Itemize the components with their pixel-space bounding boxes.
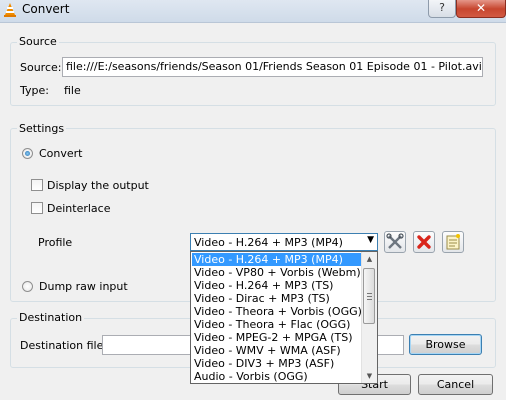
scrollbar-thumb[interactable] (363, 268, 375, 324)
dropdown-scrollbar[interactable]: ▲ ▼ (361, 252, 377, 383)
type-value: file (64, 84, 81, 97)
scroll-down-icon[interactable]: ▼ (362, 369, 377, 383)
profile-select[interactable]: Video - H.264 + MP3 (MP4) ▼ (190, 233, 378, 251)
source-group-label: Source (17, 35, 59, 48)
destination-group-label: Destination (17, 311, 85, 324)
wrench-icon (386, 233, 404, 249)
vlc-cone-icon (4, 3, 16, 17)
profile-option[interactable]: Audio - Vorbis (OGG) (192, 370, 362, 383)
deinterlace-label[interactable]: Deinterlace (47, 202, 110, 215)
profile-option[interactable]: Video - Theora + Flac (OGG) (192, 318, 362, 331)
chevron-down-icon: ▼ (367, 235, 374, 245)
new-profile-button[interactable] (442, 231, 464, 253)
delete-profile-button[interactable] (413, 231, 435, 253)
scroll-up-icon[interactable]: ▲ (362, 252, 377, 266)
profile-option[interactable]: Video - DIV3 + MP3 (ASF) (192, 357, 362, 370)
display-output-label[interactable]: Display the output (47, 179, 149, 192)
profile-option[interactable]: Video - WMV + WMA (ASF) (192, 344, 362, 357)
profile-option[interactable]: Video - Theora + Vorbis (OGG) (192, 305, 362, 318)
profile-option[interactable]: Video - H.264 + MP3 (TS) (192, 279, 362, 292)
window-title: Convert (22, 2, 70, 16)
convert-label[interactable]: Convert (39, 147, 83, 160)
dump-raw-radio[interactable] (22, 281, 33, 292)
profile-dropdown-list[interactable]: Video - H.264 + MP3 (MP4) Video - VP80 +… (190, 251, 378, 384)
close-button[interactable]: ✕ (456, 0, 506, 18)
help-button[interactable]: ? (428, 0, 456, 18)
profile-option[interactable]: Video - Dirac + MP3 (TS) (192, 292, 362, 305)
profile-option[interactable]: Video - VP80 + Vorbis (Webm) (192, 266, 362, 279)
delete-icon (417, 235, 431, 249)
source-path-field[interactable]: file:///E:/seasons/friends/Season 01/Fri… (62, 57, 483, 77)
browse-button[interactable]: Browse (409, 334, 482, 355)
settings-group-label: Settings (17, 122, 67, 135)
type-label: Type: (20, 84, 49, 97)
profile-option[interactable]: Video - MPEG-2 + MPGA (TS) (192, 331, 362, 344)
source-label: Source: (20, 61, 62, 74)
profile-selected-value: Video - H.264 + MP3 (MP4) (194, 236, 343, 249)
dump-raw-label[interactable]: Dump raw input (39, 280, 128, 293)
new-profile-icon (446, 234, 460, 250)
deinterlace-checkbox[interactable] (31, 202, 43, 214)
cancel-button[interactable]: Cancel (418, 374, 493, 395)
destination-file-label: Destination file: (20, 339, 108, 352)
convert-radio[interactable] (22, 148, 33, 159)
title-bar: Convert ? ✕ (0, 0, 506, 23)
profile-label: Profile (38, 236, 73, 249)
display-output-checkbox[interactable] (31, 179, 43, 191)
edit-profile-button[interactable] (384, 231, 406, 253)
profile-option[interactable]: Video - H.264 + MP3 (MP4) (192, 253, 362, 266)
